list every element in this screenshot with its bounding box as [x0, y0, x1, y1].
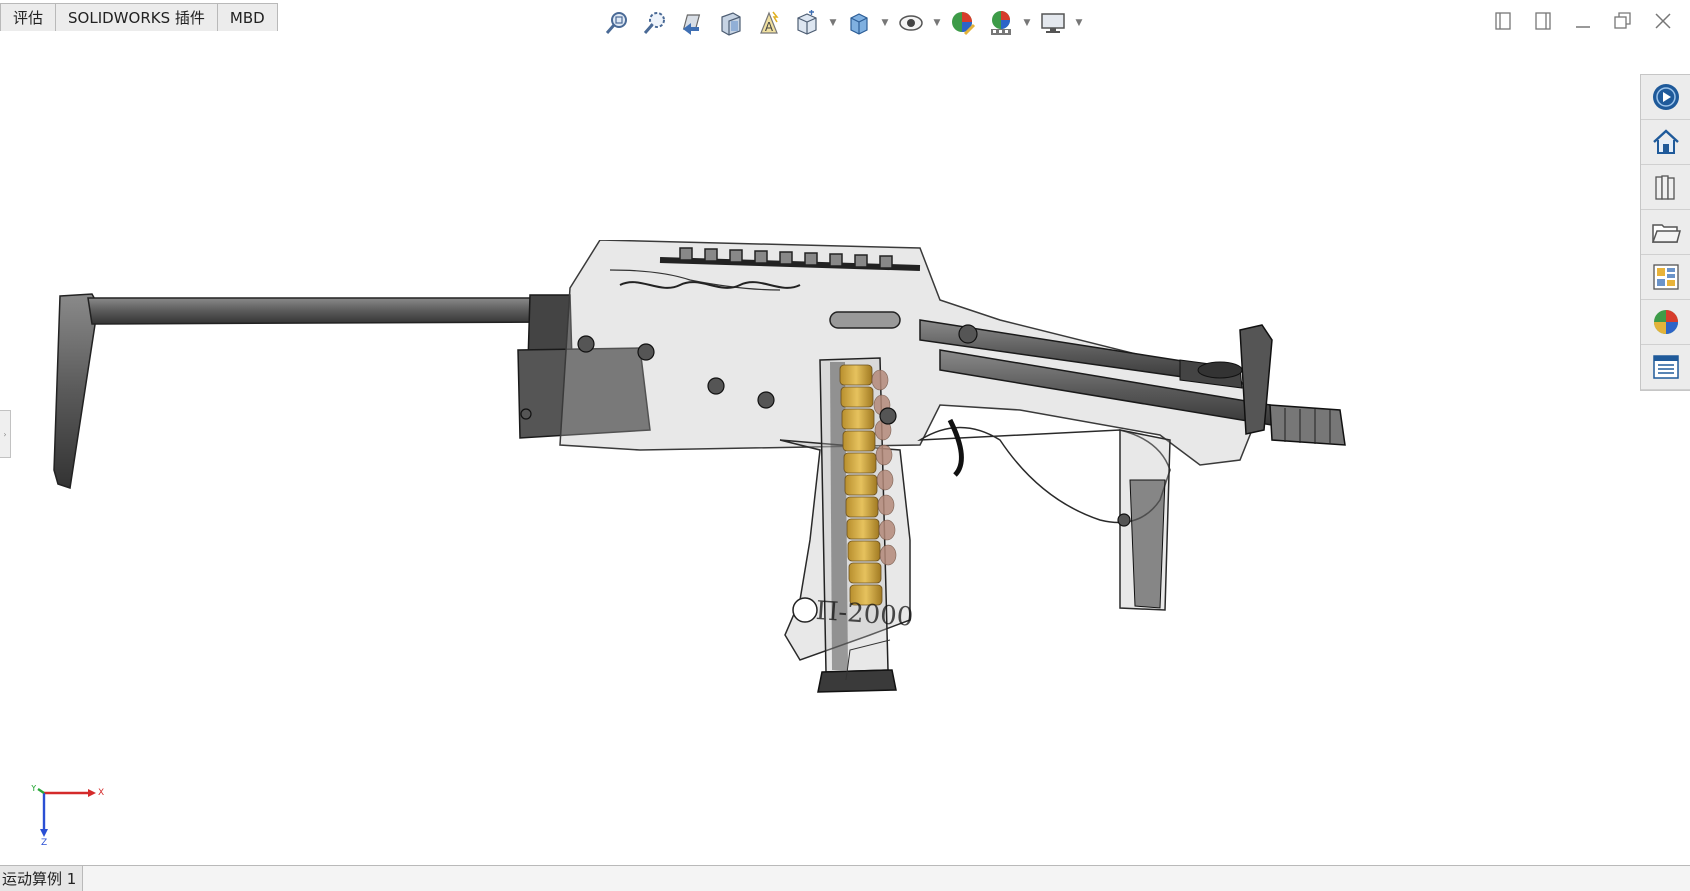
close-icon[interactable] [1650, 8, 1676, 34]
apply-scene-icon[interactable] [984, 7, 1018, 39]
tile-left-icon[interactable] [1490, 8, 1516, 34]
chevron-down-icon[interactable]: ▼ [932, 7, 942, 39]
view-orientation-icon[interactable] [790, 7, 824, 39]
heads-up-view-toolbar: A ▼ ▼ ▼ ▼ ▼ [600, 6, 1084, 40]
triad-z-label: Z [41, 838, 47, 845]
zoom-to-area-icon[interactable] [638, 7, 672, 39]
triad-y-label: Y [30, 785, 37, 794]
chevron-down-icon[interactable]: ▼ [1022, 7, 1032, 39]
feature-manager-collapse-handle[interactable]: › [0, 410, 11, 458]
magazine [817, 357, 897, 693]
section-view-icon[interactable] [714, 7, 748, 39]
chevron-down-icon[interactable]: ▼ [880, 7, 890, 39]
appearances-scenes-icon[interactable] [1641, 300, 1690, 345]
solidworks-window: 评估 SOLIDWORKS 插件 MBD A ▼ ▼ ▼ ▼ ▼ › П-200… [0, 0, 1690, 891]
zoom-to-fit-icon[interactable] [600, 7, 634, 39]
triad-x-label: X [98, 788, 104, 798]
chevron-down-icon[interactable]: ▼ [828, 7, 838, 39]
edit-appearance-icon[interactable] [946, 7, 980, 39]
display-style-icon[interactable] [842, 7, 876, 39]
previous-view-icon[interactable] [676, 7, 710, 39]
tab-solidworks-addins[interactable]: SOLIDWORKS 插件 [56, 3, 218, 31]
model-graphics-area[interactable]: П-2000 [40, 239, 1460, 760]
restore-icon[interactable] [1610, 8, 1636, 34]
hide-show-items-icon[interactable] [894, 7, 928, 39]
folding-stock [53, 293, 573, 489]
bottom-tab-bar: 运动算例 1 [0, 865, 1690, 891]
home-icon[interactable] [1641, 120, 1690, 165]
svg-text:A: A [765, 20, 774, 34]
chevron-right-icon: › [3, 429, 7, 439]
reference-triad: X Y Z [30, 784, 110, 848]
tab-motion-study-1[interactable]: 运动算例 1 [0, 866, 84, 891]
file-explorer-icon[interactable] [1641, 210, 1690, 255]
custom-properties-icon[interactable] [1641, 345, 1690, 390]
tile-right-icon[interactable] [1530, 8, 1556, 34]
command-manager-tabs: 评估 SOLIDWORKS 插件 MBD [0, 3, 278, 31]
chevron-down-icon[interactable]: ▼ [1074, 7, 1084, 39]
window-controls [1490, 8, 1676, 34]
view-settings-icon[interactable] [1036, 7, 1070, 39]
transparent-receiver [559, 239, 1261, 466]
design-library-icon[interactable] [1641, 165, 1690, 210]
minimize-icon[interactable] [1570, 8, 1596, 34]
dynamic-annotation-views-icon[interactable]: A [752, 7, 786, 39]
view-palette-icon[interactable] [1641, 255, 1690, 300]
tab-mbd[interactable]: MBD [217, 3, 278, 31]
solidworks-resources-icon[interactable] [1641, 75, 1690, 120]
charging-handle [829, 311, 901, 329]
tab-evaluate[interactable]: 评估 [0, 3, 57, 31]
task-pane [1640, 74, 1690, 391]
